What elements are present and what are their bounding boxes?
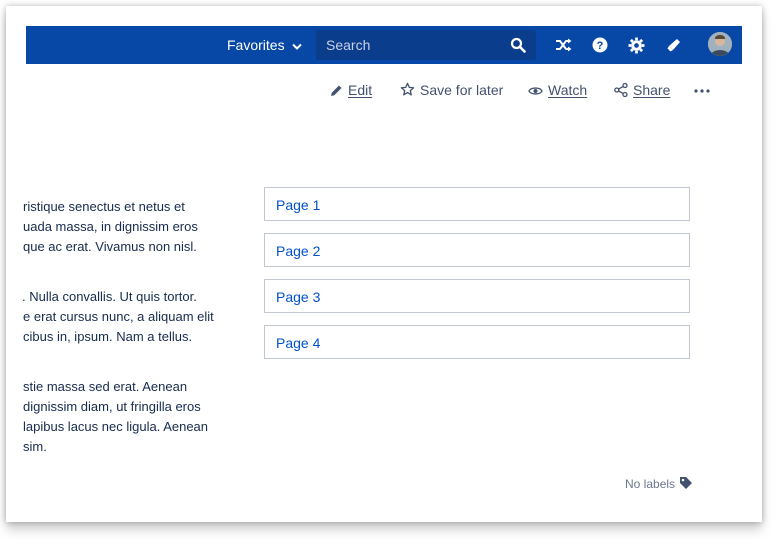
paragraph-1: ristique senectus et netus et uada massa…: [6, 197, 236, 257]
paragraph-line: . Nulla convallis. Ut quis tortor.: [22, 289, 197, 304]
share-button[interactable]: Share: [614, 78, 670, 102]
share-label: Share: [633, 82, 671, 98]
favorites-menu[interactable]: Favorites: [227, 26, 302, 64]
edit-button[interactable]: Edit: [330, 78, 372, 102]
share-icon: [614, 82, 628, 98]
settings-gear-icon[interactable]: [622, 26, 650, 64]
star-icon: [400, 82, 415, 96]
favorites-label: Favorites: [227, 37, 285, 53]
page-link-4[interactable]: Page 4: [264, 325, 690, 359]
ellipsis-icon: [694, 89, 710, 93]
paragraph-line: e erat cursus nunc, a aliquam elit: [23, 309, 214, 324]
paragraph-3: stie massa sed erat. Aenean dignissim di…: [6, 377, 236, 457]
paragraph-line: cibus in, ipsum. Nam a tellus.: [23, 329, 193, 344]
pencil-icon: [331, 85, 342, 96]
notifications-megaphone-icon[interactable]: [660, 26, 688, 64]
save-for-later-button[interactable]: Save for later: [400, 78, 503, 102]
page-link-1[interactable]: Page 1: [264, 187, 690, 221]
watch-label: Watch: [548, 82, 588, 98]
labels-area[interactable]: No labels: [625, 474, 693, 494]
chevron-down-icon: [291, 27, 302, 65]
paragraph-line: lapibus lacus nec ligula. Aenean: [23, 419, 209, 434]
no-labels-text: No labels: [625, 477, 676, 491]
paragraph-2: . Nulla convallis. Ut quis tortor. e era…: [6, 287, 236, 347]
page-link-2[interactable]: Page 2: [264, 233, 690, 267]
save-for-later-label: Save for later: [420, 82, 504, 98]
paragraph-line: dignissim diam, ut fringilla eros: [23, 399, 201, 414]
page-link-3[interactable]: Page 3: [264, 279, 690, 313]
user-avatar[interactable]: [708, 32, 732, 56]
eye-icon: [528, 87, 543, 95]
paragraph-line: uada massa, in dignissim eros: [23, 219, 198, 234]
search-box[interactable]: [316, 30, 536, 60]
search-input[interactable]: [316, 30, 506, 60]
top-navigation-bar: Favorites ?: [26, 26, 742, 64]
svg-text:?: ?: [597, 40, 604, 52]
edit-label: Edit: [348, 82, 373, 98]
paragraph-line: que ac erat. Vivamus non nisl.: [23, 239, 197, 254]
paragraph-line: ristique senectus et netus et: [23, 199, 185, 214]
watch-button[interactable]: Watch: [528, 78, 587, 102]
search-icon[interactable]: [510, 37, 526, 58]
tag-icon[interactable]: [679, 476, 693, 490]
help-icon[interactable]: ?: [586, 26, 614, 64]
paragraph-line: sim.: [23, 439, 47, 454]
more-actions-button[interactable]: [694, 78, 714, 102]
paragraph-line: stie massa sed erat. Aenean: [23, 379, 188, 394]
shuffle-icon[interactable]: [550, 26, 578, 64]
confluence-page-frame: Favorites ? Edit Save for later Wat: [6, 6, 762, 522]
